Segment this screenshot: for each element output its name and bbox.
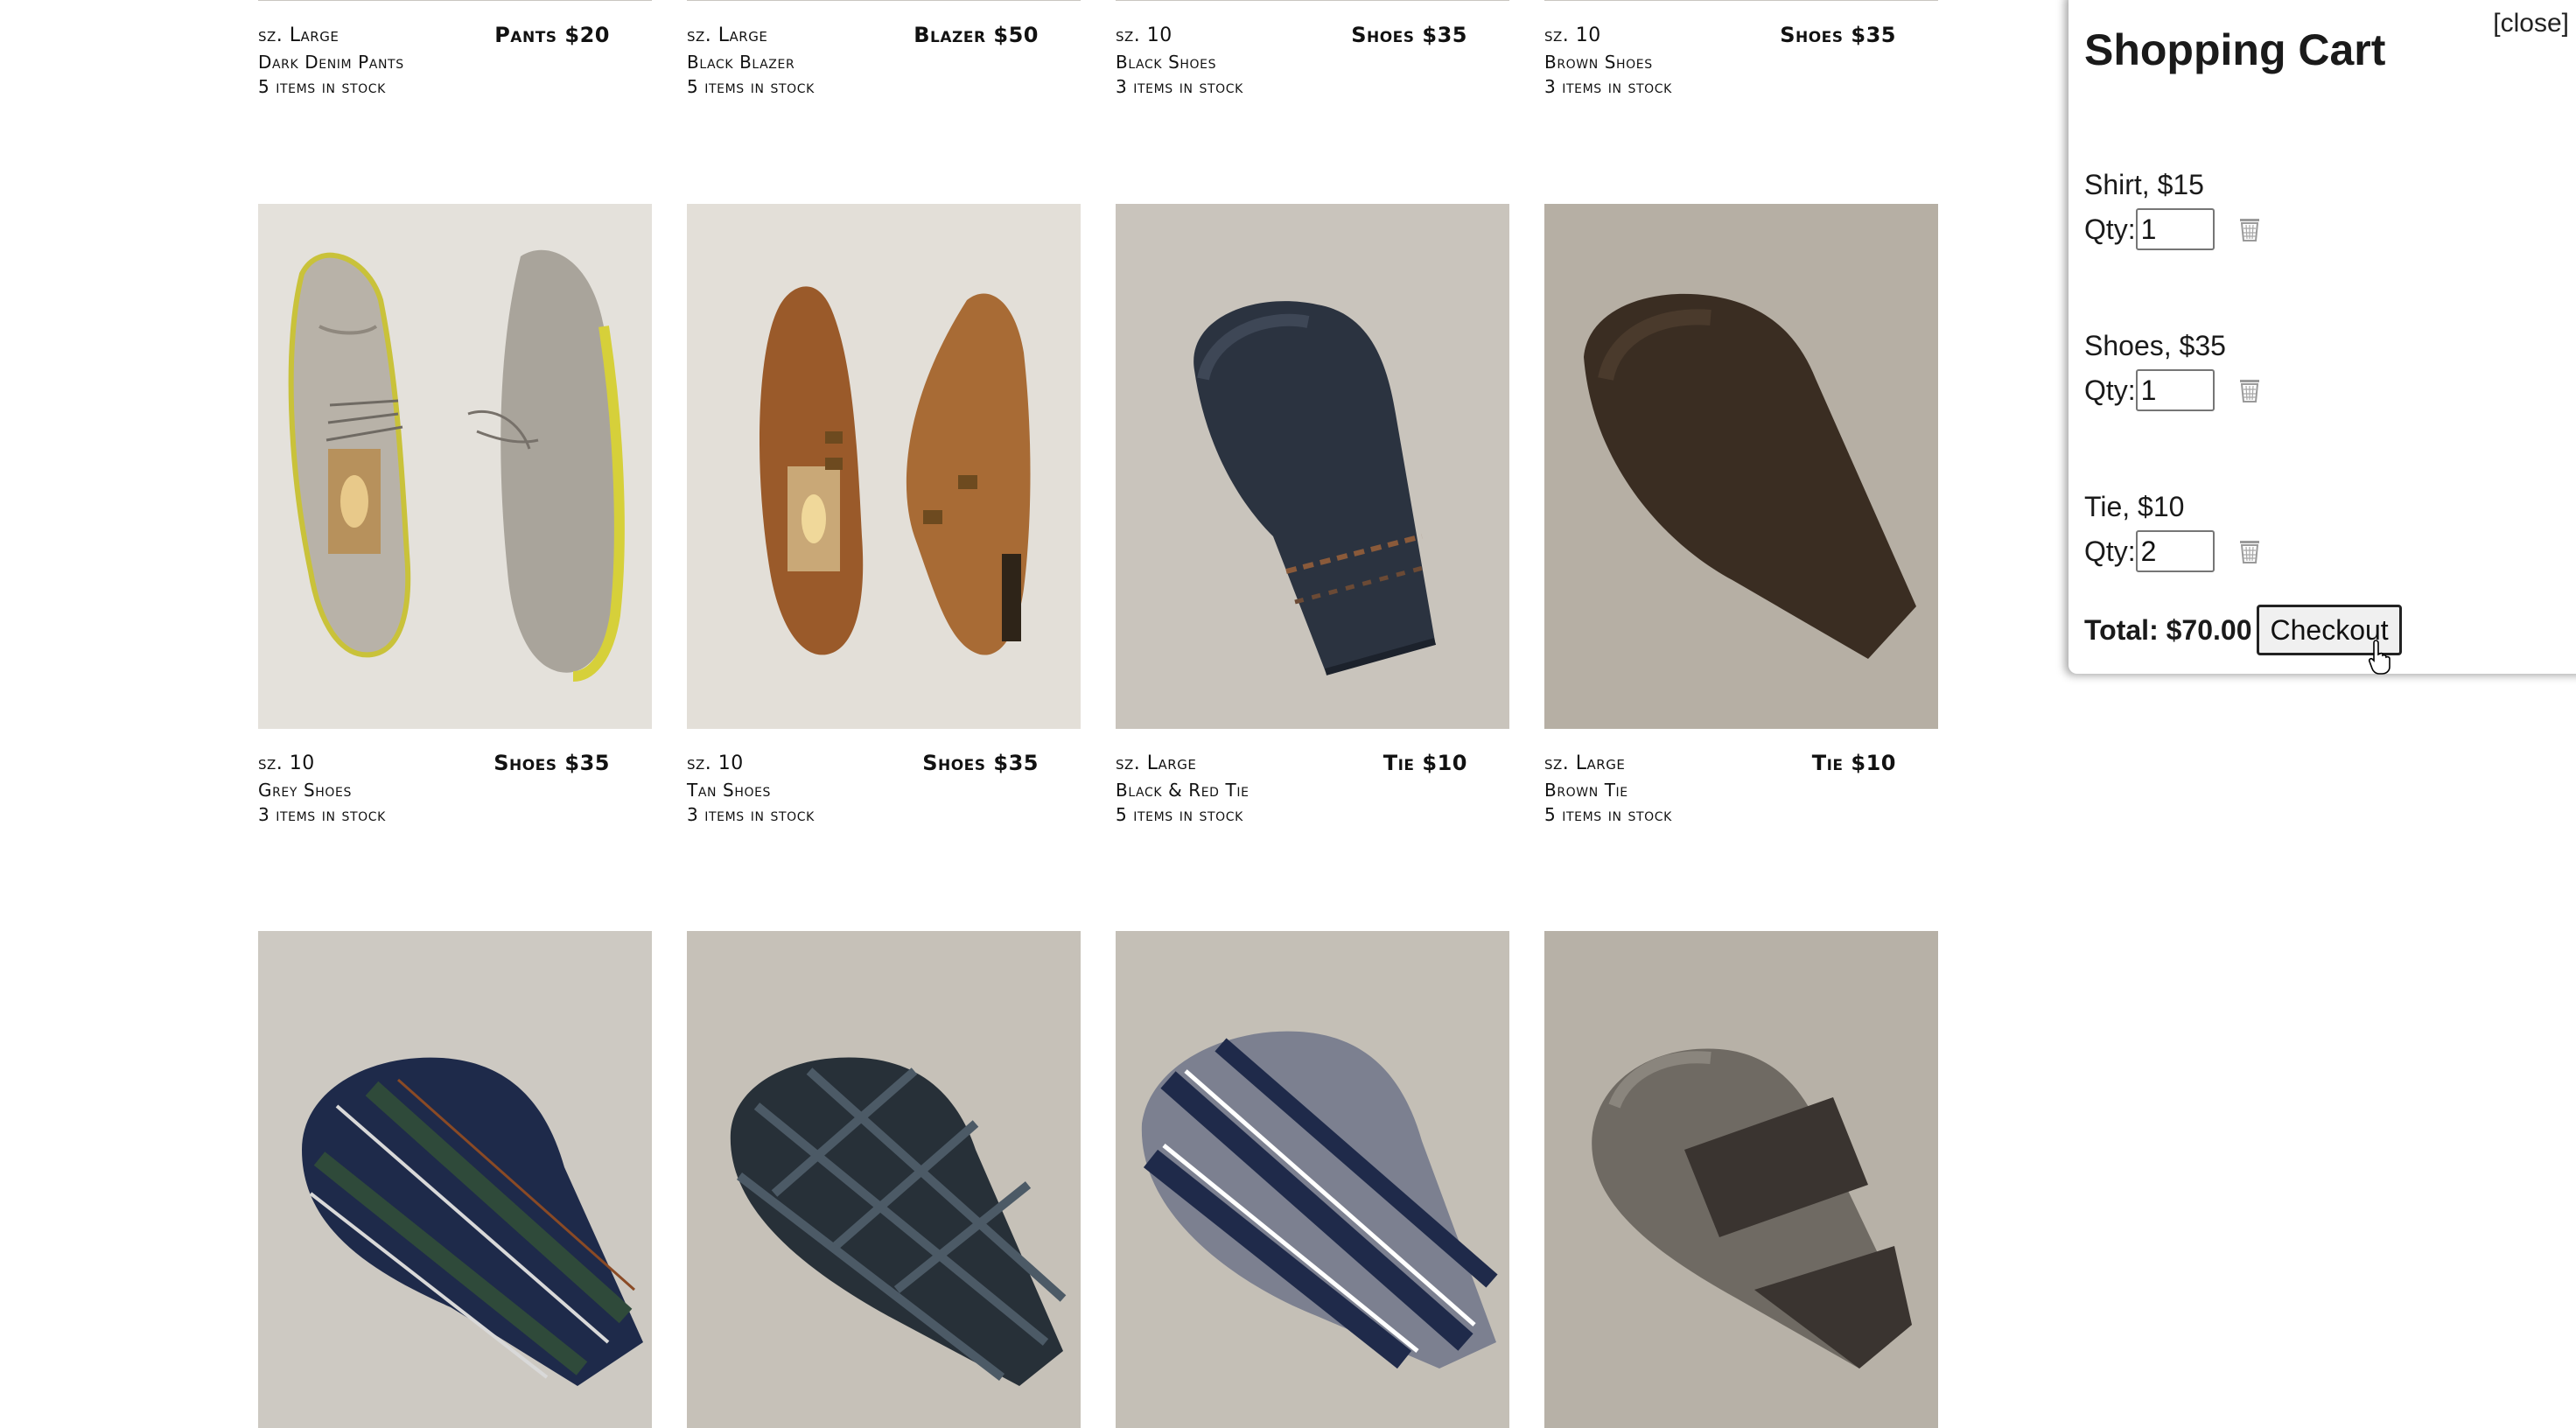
product-stock: 3 items in stock (1116, 76, 1243, 97)
product-size: sz. Large (1544, 752, 1626, 774)
cart-item-shirt: Shirt, $15 Qty: (2084, 169, 2347, 265)
product-stock: 3 items in stock (1544, 76, 1672, 97)
cart-item-qty-row: Qty: (2084, 367, 2265, 414)
product-size: sz. 10 (1544, 24, 1601, 46)
trash-icon[interactable] (2234, 536, 2265, 567)
product-stock: 5 items in stock (258, 76, 386, 97)
product-name: Brown Tie (1544, 780, 1628, 801)
product-meta: sz. Large Blazer $50 Black Blazer 5 item… (687, 23, 1081, 102)
cart-item-qty-input[interactable] (2135, 369, 2215, 411)
product-price: Tie $10 (1382, 751, 1467, 775)
grey-brown-knit-tie-photo (1544, 931, 1938, 1428)
cart-item-qty-row: Qty: (2084, 206, 2265, 253)
product-meta: sz. Large Tie $10 Black & Red Tie 5 item… (1116, 751, 1509, 830)
product-name: Dark Denim Pants (258, 52, 404, 73)
tan-shoes-photo (687, 204, 1081, 729)
cart-item-qty-input[interactable] (2135, 530, 2215, 572)
product-price: Shoes $35 (1351, 23, 1467, 47)
brown-tie-photo (1544, 204, 1938, 729)
black-red-tie-photo (1116, 204, 1509, 729)
trash-icon[interactable] (2234, 214, 2265, 245)
navy-grey-striped-tie-photo (1116, 931, 1509, 1428)
product-price: Shoes $35 (922, 751, 1039, 775)
product-name: Tan Shoes (687, 780, 771, 801)
product-price: Blazer $50 (914, 23, 1039, 47)
product-image-edge (1544, 0, 1938, 1)
product-name: Brown Shoes (1544, 52, 1653, 73)
product-stock: 5 items in stock (687, 76, 815, 97)
cart-item-shoes: Shoes, $35 Qty: (2084, 330, 2347, 426)
product-meta: sz. 10 Shoes $35 Brown Shoes 3 items in … (1544, 23, 1938, 102)
product-size: sz. Large (258, 24, 340, 46)
product-image-navy-green-striped-tie[interactable] (258, 931, 652, 1428)
product-meta: sz. 10 Shoes $35 Tan Shoes 3 items in st… (687, 751, 1081, 830)
cart-item-qty-input[interactable] (2135, 208, 2215, 250)
product-name: Grey Shoes (258, 780, 352, 801)
cart-total: Total: $70.00 (2084, 613, 2252, 646)
shopping-cart-panel: [close] Shopping Cart Shirt, $15 Qty: Sh… (2068, 0, 2576, 674)
product-price: Shoes $35 (494, 751, 610, 775)
product-image-grey-shoes[interactable] (258, 204, 652, 729)
product-image-grey-brown-knit-tie[interactable] (1544, 931, 1938, 1428)
product-stock: 5 items in stock (1544, 804, 1672, 825)
product-meta: sz. Large Pants $20 Dark Denim Pants 5 i… (258, 23, 652, 102)
cart-total-row: Total: $70.00 Checkout (2084, 604, 2402, 656)
product-stock: 3 items in stock (258, 804, 386, 825)
product-size: sz. Large (687, 24, 768, 46)
product-meta: sz. Large Tie $10 Brown Tie 5 items in s… (1544, 751, 1938, 830)
product-image-black-red-tie[interactable] (1116, 204, 1509, 729)
product-price: Tie $10 (1811, 751, 1896, 775)
product-price: Pants $20 (494, 23, 610, 47)
grey-plaid-tie-photo (687, 931, 1081, 1428)
product-stock: 5 items in stock (1116, 804, 1243, 825)
product-price: Shoes $35 (1780, 23, 1896, 47)
product-stock: 3 items in stock (687, 804, 815, 825)
cart-item-label: Shirt, $15 (2084, 169, 2204, 200)
grey-shoes-photo (258, 204, 652, 729)
product-image-navy-grey-striped-tie[interactable] (1116, 931, 1509, 1428)
product-size: sz. 10 (258, 752, 315, 774)
product-image-grey-plaid-tie[interactable] (687, 931, 1081, 1428)
product-size: sz. Large (1116, 752, 1197, 774)
product-image-tan-shoes[interactable] (687, 204, 1081, 729)
product-image-edge (1116, 0, 1509, 1)
product-meta: sz. 10 Shoes $35 Grey Shoes 3 items in s… (258, 751, 652, 830)
product-name: Black Shoes (1116, 52, 1217, 73)
trash-icon[interactable] (2234, 374, 2265, 406)
product-name: Black & Red Tie (1116, 780, 1250, 801)
cart-item-label: Tie, $10 (2084, 491, 2185, 522)
cart-item-label: Shoes, $35 (2084, 330, 2226, 361)
product-image-brown-tie[interactable] (1544, 204, 1938, 729)
cart-close-link[interactable]: [close] (2493, 9, 2569, 38)
cart-item-tie: Tie, $10 Qty: (2084, 491, 2347, 587)
product-size: sz. 10 (687, 752, 744, 774)
qty-label: Qty: (2084, 213, 2136, 245)
hand-pointer-cursor-icon (2368, 640, 2390, 675)
product-image-edge (687, 0, 1081, 1)
product-size: sz. 10 (1116, 24, 1172, 46)
product-image-edge (258, 0, 652, 1)
navy-green-striped-tie-photo (258, 931, 652, 1428)
qty-label: Qty: (2084, 374, 2136, 406)
cart-title: Shopping Cart (2084, 25, 2386, 74)
store-page: sz. Large Pants $20 Dark Denim Pants 5 i… (0, 0, 2576, 1428)
qty-label: Qty: (2084, 535, 2136, 567)
product-meta: sz. 10 Shoes $35 Black Shoes 3 items in … (1116, 23, 1509, 102)
product-name: Black Blazer (687, 52, 795, 73)
cart-item-qty-row: Qty: (2084, 528, 2265, 575)
